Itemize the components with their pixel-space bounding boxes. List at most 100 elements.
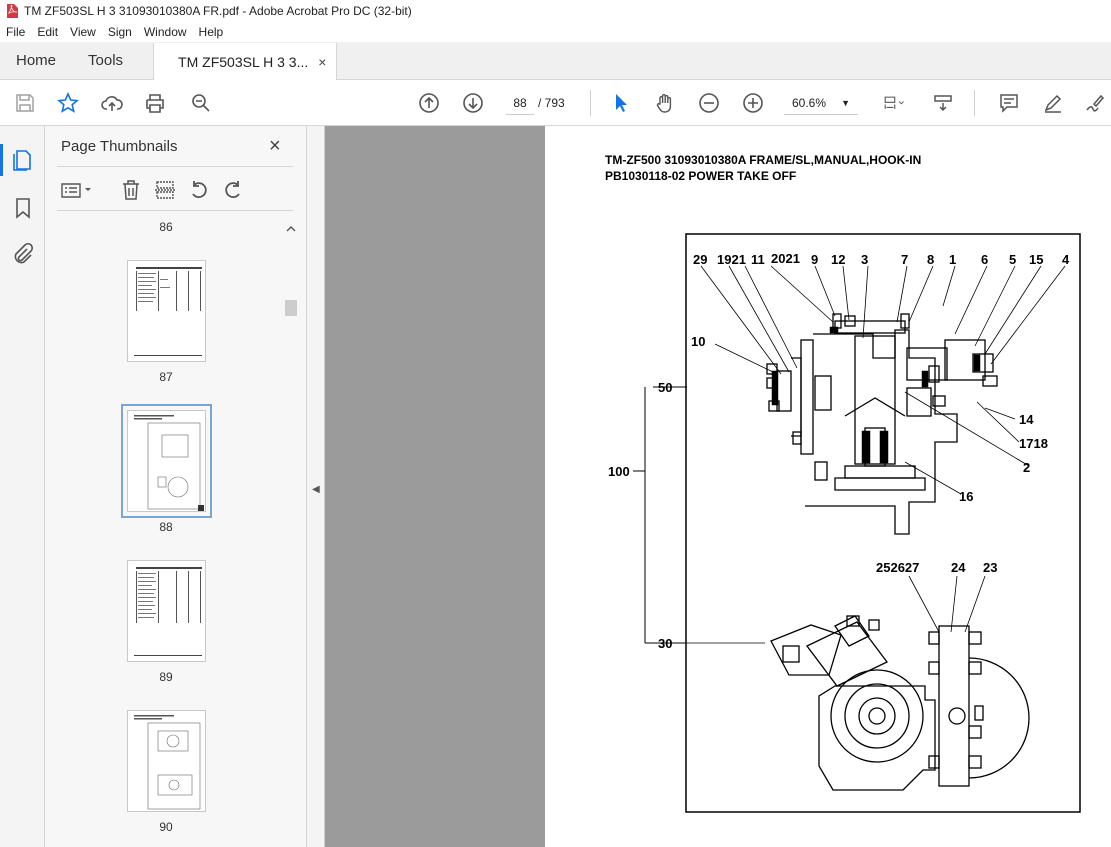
menu-file[interactable]: File — [0, 25, 31, 39]
thumbnail-preview — [134, 267, 202, 356]
thumbnails-panel: Page Thumbnails × 86 87 88 89 90 — [45, 126, 307, 847]
extract-page-icon[interactable] — [153, 178, 177, 202]
thumbnail-preview — [134, 715, 201, 810]
thumbnail-options-icon[interactable] — [59, 178, 95, 202]
toolbar-divider — [974, 90, 975, 116]
document-viewer-background — [325, 126, 545, 847]
tab-document[interactable]: TM ZF503SL H 3 3... × — [153, 43, 338, 80]
previous-page-button[interactable] — [416, 90, 442, 116]
zoom-level-select[interactable]: 60.6% ▼ — [784, 91, 858, 115]
sign-button[interactable] — [1082, 90, 1108, 116]
thumbnail-preview — [134, 567, 202, 656]
left-rail — [0, 126, 45, 847]
callout-4: 4 — [1062, 252, 1070, 267]
keyboard-scroll-icon — [934, 95, 952, 112]
callout-15: 15 — [1029, 252, 1043, 267]
bookmark-icon[interactable] — [11, 196, 35, 220]
thumbnail-page-selected[interactable] — [121, 404, 212, 518]
toolbar-divider — [590, 90, 591, 116]
select-tool-button[interactable] — [608, 90, 634, 116]
thumbnail-page[interactable] — [127, 710, 206, 812]
rotate-left-icon[interactable] — [187, 178, 211, 202]
panel-close-icon[interactable]: × — [269, 135, 281, 158]
callout-2: 2 — [1023, 460, 1030, 475]
upload-button[interactable] — [99, 90, 125, 116]
save-icon — [16, 94, 34, 112]
callout-1: 1 — [949, 252, 956, 267]
arrow-up-circle-icon — [419, 93, 439, 113]
thumbnail-label: 90 — [159, 820, 173, 834]
bookmark-star-button[interactable] — [55, 90, 81, 116]
menu-window[interactable]: Window — [138, 25, 193, 39]
save-button[interactable] — [12, 90, 38, 116]
window-title: TM ZF503SL H 3 31093010380A FR.pdf - Ado… — [24, 4, 412, 18]
menu-sign[interactable]: Sign — [102, 25, 138, 39]
panel-divider — [57, 166, 293, 167]
tab-document-label: TM ZF503SL H 3 3... — [178, 53, 309, 70]
callout-3: 3 — [861, 252, 868, 267]
delete-page-icon[interactable] — [119, 178, 143, 202]
callout-24: 24 — [951, 560, 966, 575]
zoom-value: 60.6% — [792, 95, 827, 110]
chevron-up-icon[interactable] — [284, 222, 298, 236]
scroll-mode-button[interactable] — [930, 90, 956, 116]
document-page[interactable]: TM-ZF500 31093010380A FRAME/SL,MANUAL,HO… — [545, 126, 1111, 847]
hand-icon — [656, 94, 672, 113]
highlight-button[interactable] — [1040, 90, 1066, 116]
print-button[interactable] — [142, 90, 168, 116]
pen-highlight-icon — [1044, 94, 1062, 113]
callout-9: 9 — [811, 252, 818, 267]
zoom-search-icon — [192, 94, 210, 112]
thumbnail-label: 89 — [159, 670, 173, 684]
menu-edit[interactable]: Edit — [31, 25, 64, 39]
page-thumbnails-icon[interactable] — [11, 148, 35, 172]
tab-bar: Home Tools TM ZF503SL H 3 3... × — [0, 42, 1111, 80]
printer-icon — [146, 94, 164, 113]
hand-tool-button[interactable] — [652, 90, 678, 116]
tab-home[interactable]: Home — [0, 42, 72, 79]
callout-7: 7 — [901, 252, 908, 267]
thumbnail-page[interactable] — [127, 560, 206, 662]
scrollbar-thumb[interactable] — [285, 300, 297, 316]
thumbnail-label: 86 — [159, 220, 173, 234]
attachment-icon[interactable] — [11, 242, 35, 266]
thumbnail-preview — [134, 415, 204, 511]
callout-2021: 2021 — [771, 251, 800, 266]
assembly-bracket — [633, 386, 687, 644]
collapse-arrow-icon[interactable]: ◀ — [312, 484, 320, 495]
callout-labels: 29 1921 11 2021 9 12 3 7 8 1 6 5 15 4 10… — [608, 251, 1070, 651]
panel-title: Page Thumbnails — [61, 138, 178, 155]
rotate-right-icon[interactable] — [221, 178, 245, 202]
page-display-button[interactable] — [876, 90, 912, 116]
menu-help[interactable]: Help — [193, 25, 230, 39]
callout-1921: 1921 — [717, 252, 746, 267]
menu-bar: File Edit View Sign Window Help — [0, 22, 1111, 42]
menu-view[interactable]: View — [64, 25, 102, 39]
callout-10: 10 — [691, 334, 705, 349]
callout-29: 29 — [693, 252, 707, 267]
zoom-out-button[interactable] — [696, 90, 722, 116]
page-number-input[interactable]: 88 — [506, 91, 534, 115]
tab-close-icon[interactable]: × — [318, 54, 326, 70]
callout-23: 23 — [983, 560, 997, 575]
next-page-button[interactable] — [460, 90, 486, 116]
plus-circle-icon — [743, 93, 763, 113]
find-button[interactable] — [188, 90, 214, 116]
chevron-down-icon: ▼ — [841, 97, 850, 108]
tab-tools[interactable]: Tools — [72, 42, 139, 79]
sign-pen-icon — [1086, 94, 1105, 112]
thumbnail-label: 88 — [159, 520, 173, 534]
cloud-upload-icon — [101, 96, 123, 111]
panel-splitter[interactable]: ◀ — [307, 126, 325, 847]
callout-30: 30 — [658, 636, 672, 651]
star-icon — [57, 92, 79, 113]
callout-1718: 1718 — [1019, 436, 1048, 451]
thumbnail-page[interactable] — [127, 260, 206, 362]
zoom-in-button[interactable] — [740, 90, 766, 116]
callout-8: 8 — [927, 252, 934, 267]
title-bar: TM ZF503SL H 3 31093010380A FR.pdf - Ado… — [0, 0, 1111, 22]
callout-50: 50 — [658, 380, 672, 395]
comment-button[interactable] — [996, 90, 1022, 116]
toolbar: 88 / 793 60.6% ▼ — [0, 80, 1111, 126]
arrow-down-circle-icon — [463, 93, 483, 113]
